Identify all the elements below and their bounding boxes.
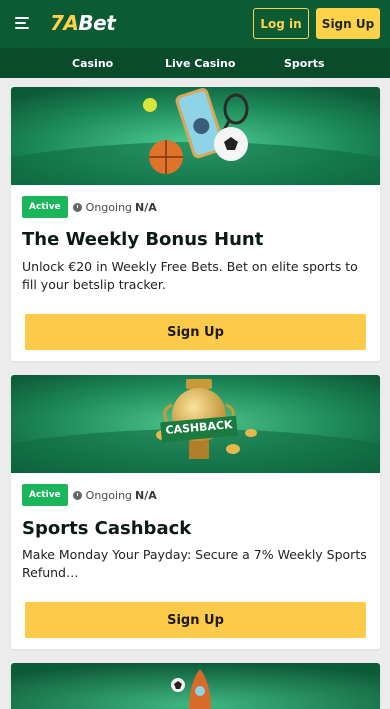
clock-icon <box>72 202 82 212</box>
promo-description: Unlock €20 in Weekly Free Bets. Bet on e… <box>22 259 358 292</box>
category-nav: Casino Live Casino Sports <box>0 48 390 78</box>
nav-item-casino[interactable]: Casino <box>72 48 113 78</box>
promo-card: CASHBACK Active Ongoing N/A Sports Cashb… <box>11 375 380 649</box>
promo-image-sports-phone <box>11 87 380 185</box>
ongoing-value: N/A <box>135 488 157 502</box>
promo-card <box>11 663 380 709</box>
header-signup-button[interactable]: Sign Up <box>316 8 380 39</box>
ongoing-value: N/A <box>135 200 157 214</box>
ongoing-label: Ongoing <box>85 200 133 214</box>
status-badge: Active <box>22 196 68 218</box>
clock-icon <box>72 490 82 500</box>
promo-image-cashback-trophy: CASHBACK <box>11 375 380 473</box>
nav-item-sports[interactable]: Sports <box>284 48 325 78</box>
nav-item-live-casino[interactable]: Live Casino <box>165 48 235 78</box>
promo-title: Sports Cashback <box>22 518 192 539</box>
promo-status-row: Active Ongoing N/A <box>22 196 157 218</box>
status-badge: Active <box>22 484 68 506</box>
promo-status-row: Active Ongoing N/A <box>22 484 157 506</box>
promo-signup-button[interactable]: Sign Up <box>25 314 366 350</box>
ongoing-info: Ongoing N/A <box>72 488 157 502</box>
promo-description: Make Monday Your Payday: Secure a 7% Wee… <box>22 547 367 580</box>
top-header: 7ABet Log in Sign Up <box>0 0 390 48</box>
logo-word: Bet <box>78 11 116 35</box>
logo-number: 7A <box>50 11 79 35</box>
ongoing-label: Ongoing <box>85 488 133 502</box>
promo-image-rocket <box>11 663 380 709</box>
ongoing-info: Ongoing N/A <box>72 200 157 214</box>
promo-signup-button[interactable]: Sign Up <box>25 602 366 638</box>
login-button[interactable]: Log in <box>253 8 309 39</box>
promo-card: Active Ongoing N/A The Weekly Bonus Hunt… <box>11 87 380 361</box>
promo-title: The Weekly Bonus Hunt <box>22 229 264 250</box>
menu-icon[interactable] <box>15 17 29 29</box>
brand-logo[interactable]: 7ABet <box>50 11 116 35</box>
